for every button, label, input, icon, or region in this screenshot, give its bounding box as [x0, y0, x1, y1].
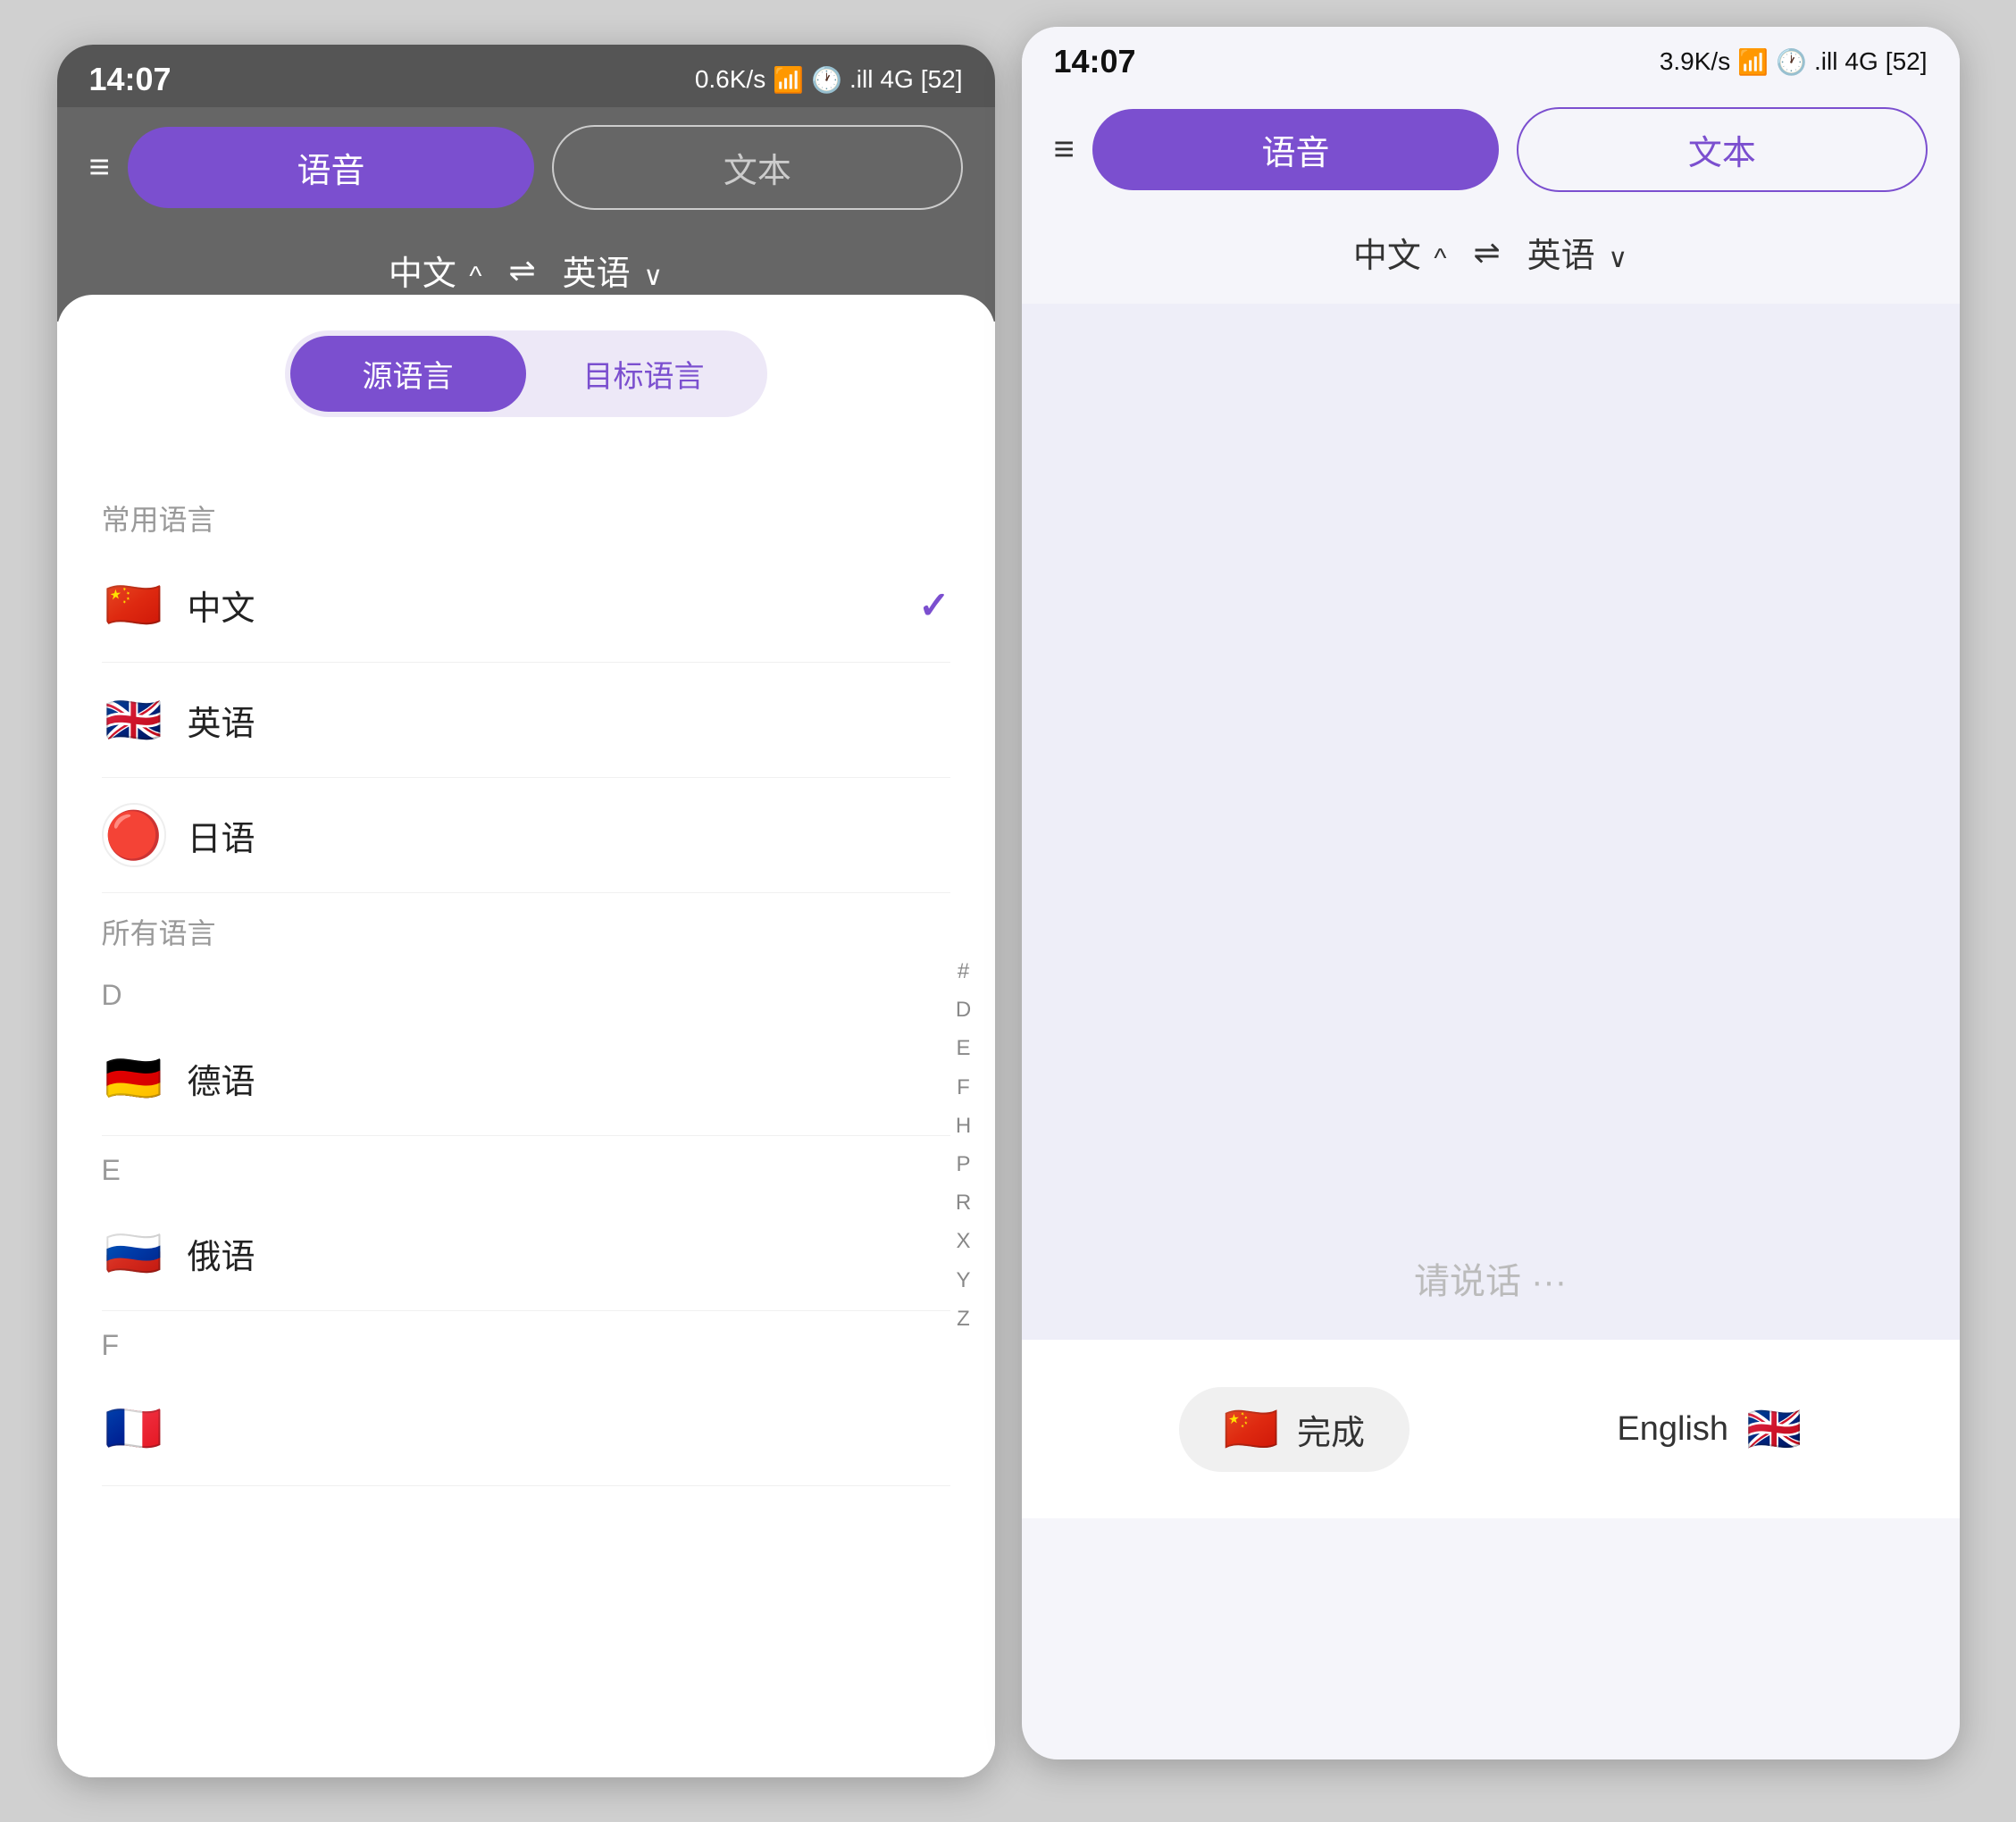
alpha-index: # D E F H P R X Y Z — [941, 480, 986, 1777]
lang-name-english: 英语 — [188, 696, 950, 745]
left-language-sheet: 源语言 目标语言 常用语言 🇨🇳 中文 ✓ 🇬🇧 英语 — [57, 295, 995, 1777]
lang-name-german: 德语 — [188, 1054, 950, 1103]
done-flag: 🇨🇳 — [1224, 1403, 1279, 1456]
flag-french: 🇫🇷 — [102, 1396, 166, 1460]
right-time: 14:07 — [1054, 43, 1136, 80]
lang-name-russian: 俄语 — [188, 1229, 950, 1278]
lang-name-japanese: 日语 — [188, 811, 950, 860]
section-all-title: 所有语言 — [102, 893, 950, 961]
section-common-title: 常用语言 — [102, 480, 950, 547]
done-text: 完成 — [1297, 1405, 1365, 1454]
alpha-h[interactable]: H — [956, 1107, 971, 1145]
lang-name-chinese: 中文 — [188, 581, 898, 630]
left-lang-source[interactable]: 中文 ^ — [389, 246, 482, 295]
right-source-arrow: ^ — [1434, 244, 1446, 273]
right-phone: 14:07 3.9K/s 📶 🕐 .ill 4G [52] ≡ 语音 文本 中文… — [1022, 27, 1960, 1759]
flag-chinese: 🇨🇳 — [102, 573, 166, 637]
right-status-right: 3.9K/s 📶 🕐 .ill 4G [52] — [1660, 47, 1928, 77]
right-menu-icon[interactable]: ≡ — [1054, 130, 1075, 170]
right-bottom-bar: 🇨🇳 完成 English 🇬🇧 — [1022, 1340, 1960, 1518]
alpha-x[interactable]: X — [956, 1222, 970, 1260]
source-lang-btn[interactable]: 源语言 — [290, 336, 526, 412]
right-4g: 4G — [1845, 47, 1878, 76]
english-flag: 🇬🇧 — [1746, 1403, 1802, 1456]
lang-item-english[interactable]: 🇬🇧 英语 — [102, 663, 950, 778]
language-list: 常用语言 🇨🇳 中文 ✓ 🇬🇧 英语 🔴 日语 — [57, 480, 995, 1777]
left-4g: 4G — [880, 65, 913, 94]
english-label: English — [1617, 1410, 1728, 1449]
english-option[interactable]: English 🇬🇧 — [1617, 1403, 1802, 1456]
right-status-bar: 14:07 3.9K/s 📶 🕐 .ill 4G [52] — [1022, 27, 1960, 89]
left-tab-voice-btn[interactable]: 语音 — [128, 127, 534, 208]
alpha-d[interactable]: D — [956, 990, 971, 1029]
left-source-arrow: ^ — [469, 262, 481, 291]
left-swap-icon[interactable]: ⇌ — [508, 252, 535, 289]
src-tgt-toggle: 源语言 目标语言 — [285, 330, 767, 417]
section-f: F — [102, 1311, 950, 1371]
section-e: E — [102, 1136, 950, 1196]
voice-hint: 请说话 ··· — [1022, 1252, 1960, 1304]
left-target-arrow: ∨ — [643, 262, 663, 291]
alpha-p[interactable]: P — [956, 1145, 970, 1183]
alpha-f[interactable]: F — [957, 1068, 970, 1107]
right-voice-area: 请说话 ··· — [1022, 304, 1960, 1518]
alpha-r[interactable]: R — [956, 1183, 971, 1222]
right-lang-bar: 中文 ^ ⇌ 英语 ∨ — [1022, 219, 1960, 304]
right-bars-icon: .ill — [1814, 47, 1837, 76]
flag-english: 🇬🇧 — [102, 688, 166, 752]
left-signal-icon: 📶 — [773, 65, 804, 95]
left-network: 0.6K/s — [695, 65, 765, 94]
alpha-z[interactable]: Z — [957, 1300, 970, 1338]
right-battery: [52] — [1886, 47, 1928, 76]
right-signal-icon: 📶 — [1737, 47, 1769, 77]
right-swap-icon[interactable]: ⇌ — [1473, 234, 1500, 272]
lang-item-german[interactable]: 🇩🇪 德语 — [102, 1021, 950, 1136]
done-button[interactable]: 🇨🇳 完成 — [1179, 1387, 1410, 1472]
left-lang-target[interactable]: 英语 ∨ — [563, 246, 664, 295]
left-menu-icon[interactable]: ≡ — [89, 147, 110, 188]
lang-item-japanese[interactable]: 🔴 日语 — [102, 778, 950, 893]
right-tab-text-btn[interactable]: 文本 — [1517, 107, 1927, 192]
left-tab-text-btn[interactable]: 文本 — [552, 125, 962, 210]
left-battery: [52] — [921, 65, 963, 94]
lang-item-russian[interactable]: 🇷🇺 俄语 — [102, 1196, 950, 1311]
left-phone: 14:07 0.6K/s 📶 🕐 .ill 4G [52] ≡ 语音 文本 中文… — [57, 45, 995, 1777]
left-battery-icon: 🕐 — [811, 65, 842, 95]
language-list-container: 常用语言 🇨🇳 中文 ✓ 🇬🇧 英语 🔴 日语 — [57, 480, 995, 1777]
flag-japanese: 🔴 — [102, 803, 166, 867]
right-target-arrow: ∨ — [1608, 244, 1627, 273]
left-status-right: 0.6K/s 📶 🕐 .ill 4G [52] — [695, 65, 963, 95]
alpha-hash[interactable]: # — [958, 952, 969, 990]
alpha-e[interactable]: E — [956, 1029, 970, 1067]
right-lang-target[interactable]: 英语 ∨ — [1527, 228, 1628, 277]
section-d: D — [102, 961, 950, 1021]
right-network: 3.9K/s — [1660, 47, 1730, 76]
target-lang-btn[interactable]: 目标语言 — [526, 336, 762, 412]
lang-item-french[interactable]: 🇫🇷 — [102, 1371, 950, 1486]
lang-item-chinese[interactable]: 🇨🇳 中文 ✓ — [102, 547, 950, 663]
left-time: 14:07 — [89, 61, 171, 98]
left-status-bar: 14:07 0.6K/s 📶 🕐 .ill 4G [52] — [57, 45, 995, 107]
flag-german: 🇩🇪 — [102, 1046, 166, 1110]
flag-russian: 🇷🇺 — [102, 1221, 166, 1285]
right-top-header: ≡ 语音 文本 — [1022, 89, 1960, 219]
alpha-y[interactable]: Y — [956, 1261, 970, 1300]
right-tab-voice-btn[interactable]: 语音 — [1092, 109, 1499, 190]
left-bars-icon: .ill — [849, 65, 873, 94]
left-top-header: ≡ 语音 文本 — [57, 107, 995, 237]
right-battery-icon: 🕐 — [1776, 47, 1807, 77]
right-lang-source[interactable]: 中文 ^ — [1353, 228, 1447, 277]
